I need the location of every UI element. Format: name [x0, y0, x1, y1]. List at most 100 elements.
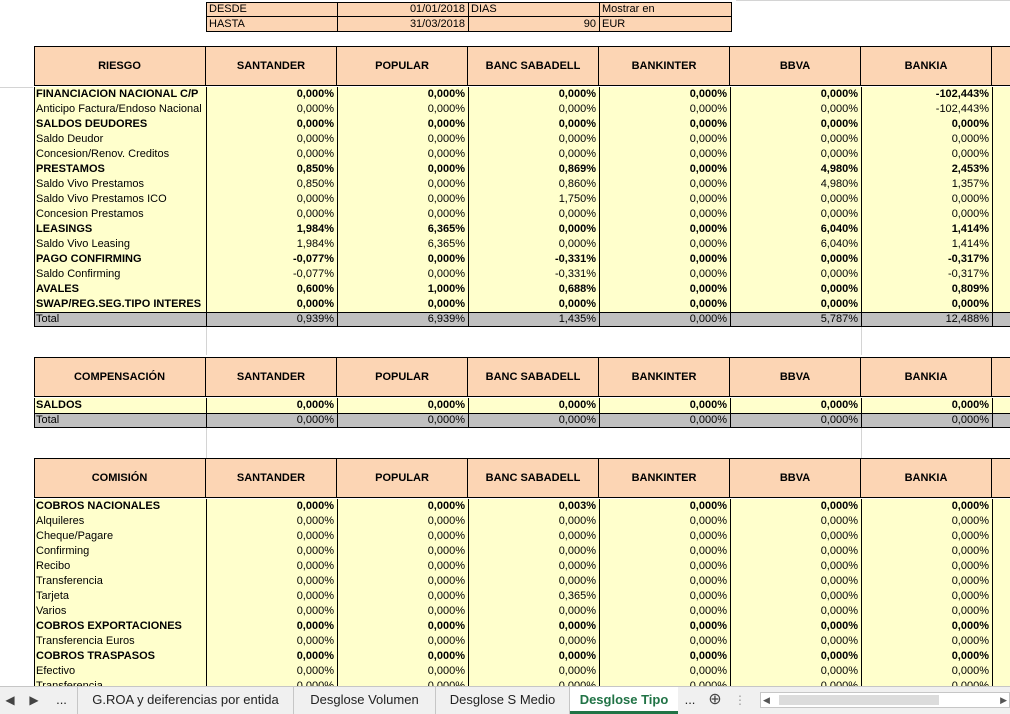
riesgo-value-cell[interactable]: 0,000% — [337, 192, 468, 207]
comision-value-cell[interactable]: 0,000% — [206, 544, 337, 559]
comision-value-cell[interactable]: 0,000% — [206, 529, 337, 544]
comision-row-label[interactable]: COBROS TRASPASOS — [34, 649, 206, 664]
riesgo-row-label[interactable]: Saldo Confirming — [34, 267, 206, 282]
riesgo-total-value[interactable]: 1,435% — [468, 312, 599, 327]
riesgo-value-cell[interactable]: 2,453% — [861, 162, 992, 177]
riesgo-row-label[interactable]: SALDOS DEUDORES — [34, 117, 206, 132]
riesgo-value-cell[interactable]: 0,000% — [730, 207, 861, 222]
riesgo-total-value[interactable]: 6,939% — [337, 312, 468, 327]
riesgo-value-cell[interactable]: 0,688% — [468, 282, 599, 297]
comision-value-cell[interactable]: 0,000% — [599, 679, 730, 686]
riesgo-value-cell[interactable]: 0,000% — [730, 132, 861, 147]
riesgo-value-cell[interactable]: 0,000% — [730, 267, 861, 282]
comision-value-cell[interactable]: 0,000% — [861, 679, 992, 686]
riesgo-value-cell[interactable]: 0,000% — [468, 132, 599, 147]
riesgo-value-cell[interactable]: 0,869% — [468, 162, 599, 177]
comision-value-cell[interactable]: 0,000% — [599, 544, 730, 559]
riesgo-value-cell[interactable]: 0,000% — [599, 132, 730, 147]
comision-row-label[interactable]: Varios — [34, 604, 206, 619]
comision-value-cell[interactable]: 0,000% — [730, 559, 861, 574]
riesgo-value-cell[interactable]: 0,000% — [861, 192, 992, 207]
spreadsheet-grid[interactable]: DESDE 01/01/2018 DIAS Mostrar en HASTA 3… — [0, 0, 1010, 686]
tab-ellipsis-right[interactable]: ... — [678, 687, 702, 714]
riesgo-row-label[interactable]: Saldo Deudor — [34, 132, 206, 147]
riesgo-value-cell[interactable]: -0,077% — [206, 252, 337, 267]
riesgo-value-cell[interactable]: 0,000% — [599, 237, 730, 252]
comision-value-cell[interactable]: 0,000% — [730, 514, 861, 529]
riesgo-value-cell[interactable]: 0,000% — [337, 162, 468, 177]
riesgo-value-cell[interactable]: 6,365% — [337, 237, 468, 252]
comision-value-cell[interactable]: 0,000% — [468, 604, 599, 619]
comision-row-label[interactable]: Cheque/Pagare — [34, 529, 206, 544]
comision-value-cell[interactable]: 0,000% — [599, 619, 730, 634]
riesgo-row-label[interactable]: LEASINGS — [34, 222, 206, 237]
comision-value-cell[interactable]: 0,000% — [206, 514, 337, 529]
comision-value-cell[interactable]: 0,000% — [206, 649, 337, 664]
riesgo-value-cell[interactable]: 0,000% — [468, 87, 599, 102]
comision-value-cell[interactable]: 0,000% — [599, 664, 730, 679]
comision-value-cell[interactable]: 0,000% — [337, 664, 468, 679]
riesgo-value-cell[interactable]: -0,331% — [468, 252, 599, 267]
comision-value-cell[interactable]: 0,000% — [861, 559, 992, 574]
riesgo-value-cell[interactable]: -0,331% — [468, 267, 599, 282]
riesgo-value-cell[interactable]: 0,000% — [730, 117, 861, 132]
comision-value-cell[interactable]: 0,365% — [468, 589, 599, 604]
comision-value-cell[interactable]: 0,000% — [206, 619, 337, 634]
comision-value-cell[interactable]: 0,000% — [861, 514, 992, 529]
comision-row-label[interactable]: Confirming — [34, 544, 206, 559]
comision-value-cell[interactable]: 0,000% — [206, 499, 337, 514]
riesgo-value-cell[interactable]: 0,000% — [468, 207, 599, 222]
riesgo-value-cell[interactable]: 0,000% — [599, 87, 730, 102]
riesgo-value-cell[interactable]: 0,000% — [337, 117, 468, 132]
riesgo-value-cell[interactable]: 1,357% — [861, 177, 992, 192]
riesgo-value-cell[interactable]: 0,000% — [206, 117, 337, 132]
comision-value-cell[interactable]: 0,000% — [468, 574, 599, 589]
comision-value-cell[interactable]: 0,000% — [861, 529, 992, 544]
comision-value-cell[interactable]: 0,000% — [861, 574, 992, 589]
comision-row-label[interactable]: COBROS NACIONALES — [34, 499, 206, 514]
comision-value-cell[interactable]: 0,000% — [861, 664, 992, 679]
compensacion-value-cell[interactable]: 0,000% — [861, 398, 992, 413]
compensacion-total-value[interactable]: 0,000% — [861, 413, 992, 428]
riesgo-value-cell[interactable]: 0,000% — [730, 297, 861, 312]
comision-value-cell[interactable]: 0,000% — [730, 589, 861, 604]
compensacion-total-label[interactable]: Total — [34, 413, 206, 428]
compensacion-value-cell[interactable]: 0,000% — [468, 398, 599, 413]
comision-row-label[interactable]: Efectivo — [34, 664, 206, 679]
comision-value-cell[interactable]: 0,000% — [337, 574, 468, 589]
compensacion-total-value[interactable]: 0,000% — [337, 413, 468, 428]
compensacion-row-label[interactable]: SALDOS — [34, 398, 206, 413]
riesgo-value-cell[interactable]: 0,000% — [337, 87, 468, 102]
comision-row-label[interactable]: Transferencia — [34, 574, 206, 589]
comision-value-cell[interactable]: 0,000% — [861, 544, 992, 559]
riesgo-value-cell[interactable]: 0,850% — [206, 177, 337, 192]
tab-ellipsis-left[interactable]: ... — [46, 687, 78, 714]
comision-value-cell[interactable]: 0,000% — [468, 634, 599, 649]
comision-row-label[interactable]: Transferencia Euros — [34, 634, 206, 649]
comision-value-cell[interactable]: 0,000% — [730, 604, 861, 619]
desde-value[interactable]: 01/01/2018 — [338, 2, 468, 16]
riesgo-value-cell[interactable]: 0,000% — [730, 252, 861, 267]
riesgo-row-label[interactable]: Anticipo Factura/Endoso Nacional — [34, 102, 206, 117]
riesgo-row-label[interactable]: Concesion/Renov. Creditos — [34, 147, 206, 162]
comision-value-cell[interactable]: 0,000% — [599, 529, 730, 544]
tab-desglose-s-medio[interactable]: Desglose S Medio — [436, 687, 570, 714]
comision-value-cell[interactable]: 0,000% — [468, 619, 599, 634]
riesgo-value-cell[interactable]: -102,443% — [861, 102, 992, 117]
riesgo-value-cell[interactable]: 0,000% — [206, 192, 337, 207]
comision-value-cell[interactable]: 0,000% — [599, 589, 730, 604]
riesgo-row-label[interactable]: Saldo Vivo Leasing — [34, 237, 206, 252]
riesgo-total-value[interactable]: 12,488% — [861, 312, 992, 327]
riesgo-value-cell[interactable]: 0,000% — [468, 102, 599, 117]
riesgo-value-cell[interactable]: 0,000% — [206, 147, 337, 162]
mostrar-value[interactable]: EUR — [600, 17, 731, 31]
riesgo-value-cell[interactable]: 6,040% — [730, 222, 861, 237]
riesgo-value-cell[interactable]: 0,000% — [599, 252, 730, 267]
riesgo-value-cell[interactable]: 0,000% — [337, 102, 468, 117]
tab-desglose-volumen[interactable]: Desglose Volumen — [294, 687, 436, 714]
comision-value-cell[interactable]: 0,000% — [599, 514, 730, 529]
riesgo-value-cell[interactable]: 0,000% — [599, 297, 730, 312]
compensacion-value-cell[interactable]: 0,000% — [206, 398, 337, 413]
riesgo-value-cell[interactable]: 0,000% — [337, 132, 468, 147]
comision-value-cell[interactable]: 0,000% — [468, 649, 599, 664]
